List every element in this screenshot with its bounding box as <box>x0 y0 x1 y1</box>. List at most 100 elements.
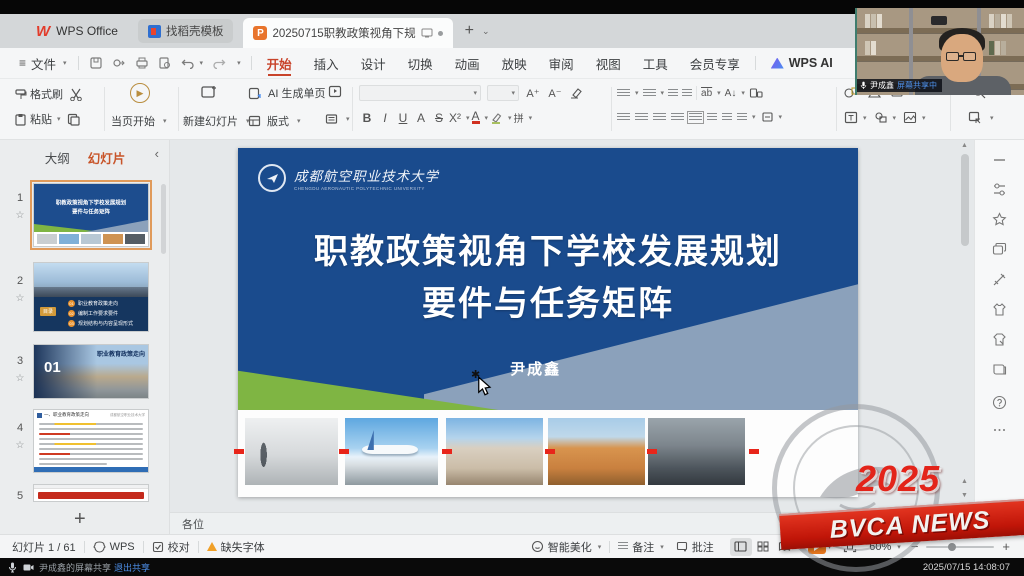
wps-ai-button[interactable]: WPS AI <box>760 48 844 78</box>
slide-thumbnail-1[interactable]: 职教政策视角下学校发展规划 要件与任务矩阵 <box>33 183 149 247</box>
zoom-in-button[interactable]: + <box>1002 539 1010 554</box>
decrease-indent-button[interactable] <box>668 89 678 98</box>
comment-button[interactable]: 批注 <box>676 539 714 555</box>
menu-review[interactable]: 审阅 <box>538 48 585 78</box>
notes-toggle-button[interactable]: 备注▾ <box>618 539 664 555</box>
convert-diagram-icon[interactable] <box>749 87 763 99</box>
quick-access-caret-icon[interactable]: ▾ <box>237 59 241 67</box>
highlight-color-button[interactable]: ▾ <box>490 112 512 124</box>
font-name-select[interactable]: ▾ <box>359 85 481 101</box>
slide-thumbnail-2[interactable]: 目录 01职业教育政策走向 02编制工作要求要件 03规划结构与内容呈现形式 <box>33 262 149 332</box>
design-tools-icon[interactable] <box>992 272 1007 287</box>
collapse-panel-button[interactable]: ‹ <box>155 146 159 161</box>
slide-thumbnail-5[interactable] <box>33 484 149 502</box>
vertical-text-button[interactable]: A↓▾ <box>725 88 745 99</box>
scrollbar-thumb[interactable] <box>961 154 969 246</box>
redo-button[interactable] <box>212 57 226 69</box>
next-slide-icon[interactable]: ▼ <box>961 492 968 499</box>
selection-handle[interactable] <box>234 449 244 454</box>
help-icon[interactable] <box>992 395 1007 410</box>
italic-button[interactable]: I <box>377 111 393 125</box>
smart-beautify-button[interactable]: 智能美化▾ <box>531 539 602 555</box>
notes-text[interactable]: 各位 <box>182 516 204 532</box>
slide-sorter-view-button[interactable] <box>752 538 774 556</box>
slide-title-line1[interactable]: 职教政策视角下学校发展规划 <box>238 224 858 273</box>
align-right-button[interactable] <box>653 113 666 122</box>
justify-button[interactable] <box>671 113 684 122</box>
font-color-button[interactable]: A▾ <box>472 111 489 124</box>
microphone-icon[interactable] <box>8 562 17 573</box>
star-icon[interactable]: ☆ <box>12 293 28 304</box>
webcam-video[interactable]: 尹成鑫 屏幕共享中 <box>855 8 1024 95</box>
new-slide-button[interactable]: 新建幻灯片▾ <box>183 113 250 129</box>
menu-member[interactable]: 会员专享 <box>679 48 751 78</box>
pinyin-button[interactable]: 拼▾ <box>514 110 533 125</box>
line-spacing-button[interactable]: ▾ <box>737 113 756 122</box>
hide-rail-icon[interactable] <box>992 152 1007 167</box>
menu-insert[interactable]: 插入 <box>303 48 350 78</box>
proofread-button[interactable]: 校对 <box>152 539 190 555</box>
export-icon[interactable] <box>112 56 126 70</box>
menu-design[interactable]: 设计 <box>350 48 397 78</box>
zoom-slider-handle[interactable] <box>948 543 956 551</box>
picture-button[interactable]: ▾ <box>903 111 926 124</box>
slide-photo-workshop[interactable] <box>245 418 338 485</box>
ai-generate-button[interactable]: AI 生成单页 <box>248 85 325 101</box>
sidebar-scrollbar[interactable] <box>161 184 166 254</box>
align-center-button[interactable] <box>635 113 648 122</box>
selection-handle[interactable] <box>647 449 657 454</box>
select-pane-button[interactable]: ▾ <box>968 111 994 124</box>
menu-tools[interactable]: 工具 <box>632 48 679 78</box>
file-menu[interactable]: ≡ 文件 ▾ <box>8 48 78 78</box>
section-button[interactable]: ▾ <box>325 113 350 125</box>
paragraph-align-button[interactable]: ▾ <box>761 111 783 123</box>
selection-handle[interactable] <box>442 449 452 454</box>
outline-tab[interactable]: 大纲 <box>45 148 70 167</box>
play-current-button[interactable]: ▶ <box>130 83 150 103</box>
more-icon[interactable] <box>992 422 1007 437</box>
slides-tab[interactable]: 幻灯片 <box>88 148 126 167</box>
wps-assistant-button[interactable]: WPS <box>93 541 135 553</box>
decrease-font-button[interactable]: A⁻ <box>547 87 563 100</box>
missing-font-warning[interactable]: 缺失字体 <box>207 539 265 555</box>
clear-format-icon[interactable] <box>569 87 582 99</box>
menu-view[interactable]: 视图 <box>585 48 632 78</box>
selection-handle[interactable] <box>545 449 555 454</box>
tab-docer-templates[interactable]: 找稻壳模板 <box>138 19 234 43</box>
numbered-list-button[interactable]: ▾ <box>643 89 665 98</box>
star-icon[interactable]: ☆ <box>12 210 28 221</box>
paste-button[interactable]: 粘贴▾ <box>14 111 61 127</box>
slide-photo-building[interactable] <box>446 418 543 485</box>
new-slide-icon[interactable] <box>200 84 218 100</box>
menu-home[interactable]: 开始 <box>256 48 303 78</box>
slide-author[interactable]: 尹成鑫 <box>238 358 833 379</box>
bold-button[interactable]: B <box>359 111 375 125</box>
print-icon[interactable] <box>135 56 149 70</box>
menu-slideshow[interactable]: 放映 <box>491 48 538 78</box>
slide-photo-training[interactable] <box>648 418 745 485</box>
slide-photo-airplane[interactable] <box>345 418 438 485</box>
add-slide-button[interactable]: + <box>74 508 86 531</box>
prev-slide-icon[interactable]: ▲ <box>961 478 968 485</box>
canvas-scrollbar[interactable]: ▲ ▲ ▼ <box>956 142 974 512</box>
print-preview-icon[interactable] <box>158 56 172 70</box>
column-spacing-button[interactable] <box>707 113 717 122</box>
copy-icon[interactable] <box>67 113 80 126</box>
shapes-button[interactable]: ▾ <box>874 111 897 124</box>
slide-photo-campus[interactable] <box>548 418 645 485</box>
zoom-slider[interactable] <box>926 546 994 548</box>
strikethrough-button[interactable]: S <box>431 111 447 125</box>
distribute-button[interactable] <box>689 113 702 122</box>
selection-handle[interactable] <box>339 449 349 454</box>
superscript-button[interactable]: X²▾ <box>449 111 470 125</box>
slide-editor[interactable]: 成都航空职业技术大学 CHENGDU AERONAUTIC POLYTECHNI… <box>238 148 858 497</box>
char-border-button[interactable]: A <box>413 111 429 125</box>
slide-thumbnail-3[interactable]: 01 职业教育政策走向 <box>33 344 149 399</box>
material-library-icon[interactable] <box>992 302 1007 317</box>
tab-list-caret-icon[interactable]: ⌄ <box>482 26 490 37</box>
slide-canvas[interactable]: 成都航空职业技术大学 CHENGDU AERONAUTIC POLYTECHNI… <box>170 140 976 512</box>
font-size-select[interactable]: ▾ <box>487 85 519 101</box>
undo-button[interactable]: ▾ <box>181 57 204 69</box>
format-painter-button[interactable]: 格式刷 <box>14 86 63 102</box>
share-action-link[interactable]: 退出共享 <box>114 561 150 574</box>
